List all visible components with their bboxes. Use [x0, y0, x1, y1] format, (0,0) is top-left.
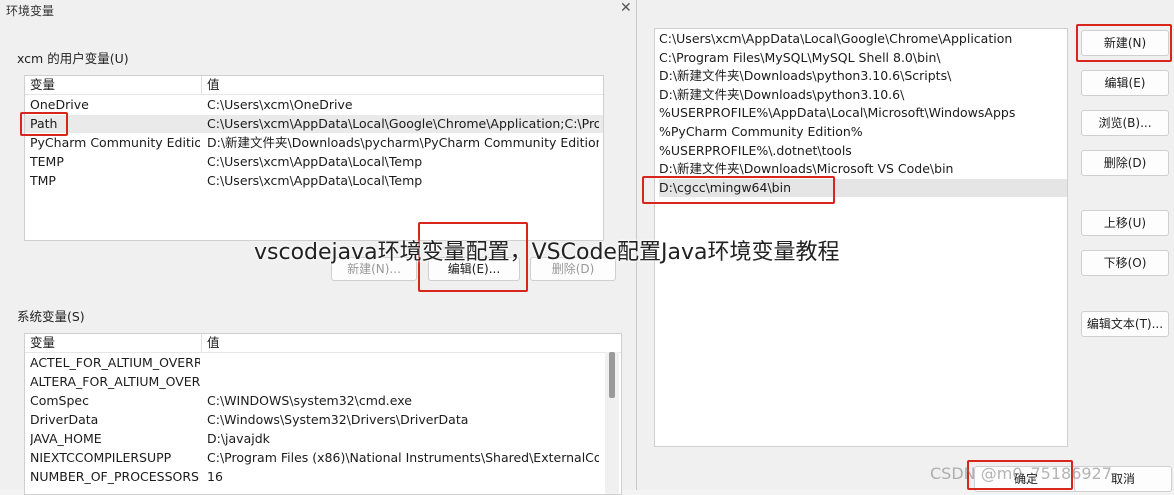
- variable-value: C:\Users\xcm\OneDrive: [207, 97, 353, 112]
- list-item[interactable]: %PyCharm Community Edition%: [659, 123, 1067, 142]
- scrollbar-thumb[interactable]: [609, 352, 615, 398]
- new-button[interactable]: 新建(N): [1081, 30, 1169, 56]
- column-header-value[interactable]: 值: [207, 334, 220, 352]
- table-row[interactable]: Path C:\Users\xcm\AppData\Local\Google\C…: [25, 115, 603, 133]
- move-down-button[interactable]: 下移(O): [1081, 250, 1169, 276]
- variable-name: OneDrive: [30, 97, 89, 112]
- variable-name: JAVA_HOME: [30, 431, 102, 446]
- list-item[interactable]: C:\Users\xcm\AppData\Local\Google\Chrome…: [659, 30, 1067, 49]
- vertical-scrollbar[interactable]: [605, 352, 619, 494]
- variable-name: NIEXTCCOMPILERSUPP: [30, 450, 172, 465]
- variable-value: C:\WINDOWS\system32\cmd.exe: [207, 393, 412, 408]
- variable-value: C:\Users\xcm\AppData\Local\Google\Chrome…: [207, 116, 599, 131]
- table-row[interactable]: ALTERA_FOR_ALTIUM_OVER...: [25, 373, 603, 391]
- list-item[interactable]: D:\新建文件夹\Downloads\python3.10.6\: [659, 86, 1067, 105]
- variable-name: DriverData: [30, 412, 99, 427]
- table-row[interactable]: ACTEL_FOR_ALTIUM_OVERR...: [25, 354, 603, 372]
- edit-text-button[interactable]: 编辑文本(T)...: [1081, 311, 1169, 337]
- variable-value: C:\Users\xcm\AppData\Local\Temp: [207, 154, 423, 169]
- column-header-value[interactable]: 值: [207, 76, 220, 94]
- table-row[interactable]: NIEXTCCOMPILERSUPP C:\Program Files (x86…: [25, 449, 603, 467]
- table-row[interactable]: DriverData C:\Windows\System32\Drivers\D…: [25, 411, 603, 429]
- system-variables-list[interactable]: 变量 值 ACTEL_FOR_ALTIUM_OVERR... ALTERA_FO…: [24, 333, 622, 495]
- csdn-watermark: CSDN @m0_75186927: [930, 464, 1112, 483]
- variable-name: ComSpec: [30, 393, 89, 408]
- list-item[interactable]: %USERPROFILE%\.dotnet\tools: [659, 142, 1067, 161]
- edit-button[interactable]: 编辑(E): [1081, 70, 1169, 96]
- variable-value: C:\Windows\System32\Drivers\DriverData: [207, 412, 469, 427]
- list-item[interactable]: D:\新建文件夹\Downloads\Microsoft VS Code\bin: [659, 160, 1067, 179]
- variable-name: Path: [30, 116, 58, 131]
- dialog-title: 环境变量: [6, 4, 55, 18]
- variable-value: C:\Program Files (x86)\National Instrume…: [207, 450, 599, 465]
- move-up-button[interactable]: 上移(U): [1081, 210, 1169, 236]
- list-item[interactable]: D:\cgcc\mingw64\bin: [659, 178, 1067, 198]
- watermark-caption: vscodejava环境变量配置，VSCode配置Java环境变量教程: [254, 240, 840, 265]
- table-row[interactable]: NUMBER_OF_PROCESSORS 16: [25, 468, 603, 486]
- variable-value: D:\javajdk: [207, 431, 270, 446]
- system-variables-label: 系统变量(S): [17, 309, 85, 324]
- variable-name: ALTERA_FOR_ALTIUM_OVER...: [30, 374, 200, 389]
- variable-name: ACTEL_FOR_ALTIUM_OVERR...: [30, 355, 200, 370]
- variable-value: C:\Users\xcm\AppData\Local\Temp: [207, 173, 423, 188]
- list-item[interactable]: C:\Program Files\MySQL\MySQL Shell 8.0\b…: [659, 49, 1067, 68]
- variable-name: NUMBER_OF_PROCESSORS: [30, 469, 199, 484]
- variable-name: PyCharm Community Edition: [30, 135, 200, 150]
- user-variables-list[interactable]: 变量 值 OneDrive C:\Users\xcm\OneDrive Path…: [24, 75, 604, 241]
- variable-name: TEMP: [30, 154, 64, 169]
- browse-button[interactable]: 浏览(B)...: [1081, 110, 1169, 136]
- list-item[interactable]: D:\新建文件夹\Downloads\python3.10.6\Scripts\: [659, 67, 1067, 86]
- table-row[interactable]: TEMP C:\Users\xcm\AppData\Local\Temp: [25, 153, 603, 171]
- delete-button[interactable]: 删除(D): [1081, 150, 1169, 176]
- table-row[interactable]: ComSpec C:\WINDOWS\system32\cmd.exe: [25, 392, 603, 410]
- table-row[interactable]: PyCharm Community Edition D:\新建文件夹\Downl…: [25, 134, 603, 152]
- column-header-name[interactable]: 变量: [30, 334, 55, 352]
- variable-value: 16: [207, 469, 223, 484]
- table-row[interactable]: OneDrive C:\Users\xcm\OneDrive: [25, 96, 603, 114]
- list-item[interactable]: %USERPROFILE%\AppData\Local\Microsoft\Wi…: [659, 104, 1067, 123]
- variable-value: D:\新建文件夹\Downloads\pycharm\PyCharm Commu…: [207, 135, 599, 150]
- user-variables-label: xcm 的用户变量(U): [17, 51, 129, 66]
- list-header: 变量 值: [25, 334, 621, 353]
- list-header: 变量 值: [25, 76, 603, 95]
- variable-name: TMP: [30, 173, 56, 188]
- table-row[interactable]: JAVA_HOME D:\javajdk: [25, 430, 603, 448]
- close-icon[interactable]: ✕: [620, 0, 632, 16]
- table-row[interactable]: TMP C:\Users\xcm\AppData\Local\Temp: [25, 172, 603, 190]
- column-header-name[interactable]: 变量: [30, 76, 55, 94]
